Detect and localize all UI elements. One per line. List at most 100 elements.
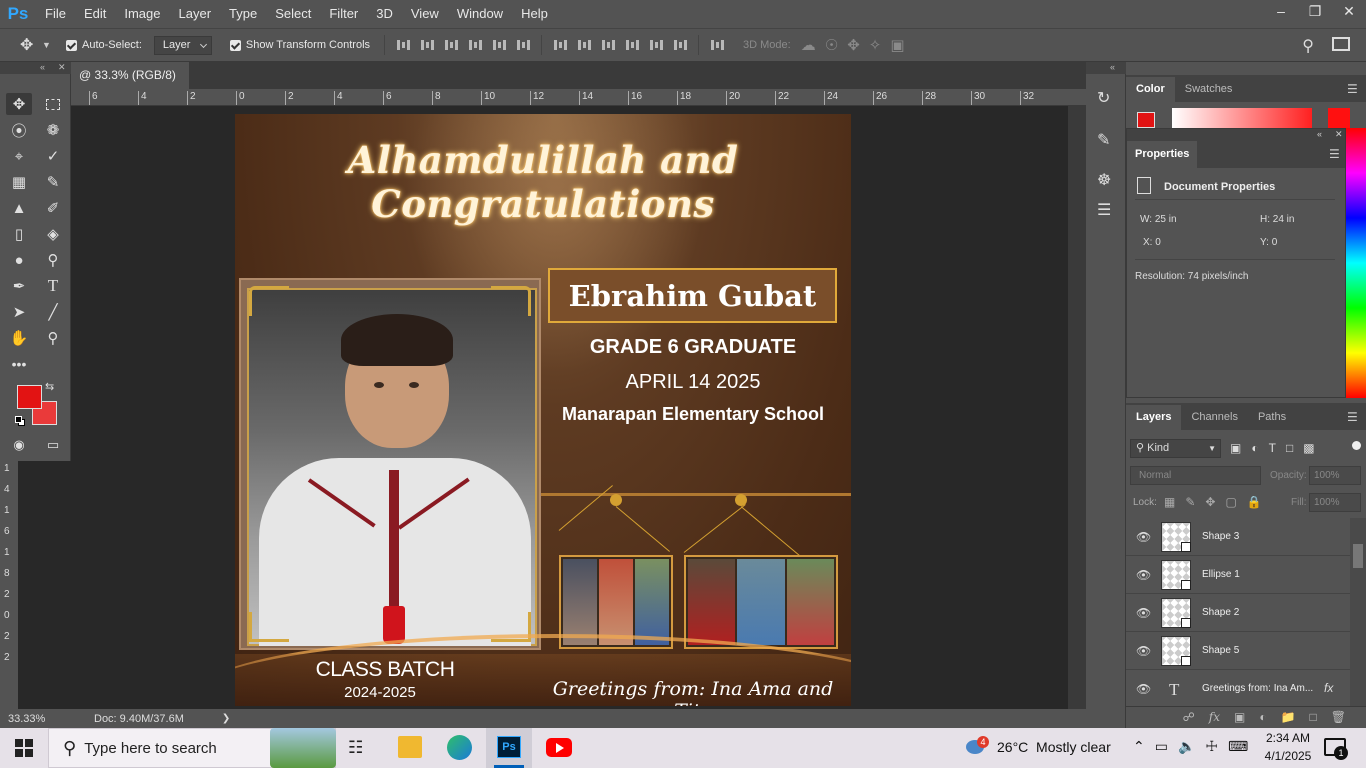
align-hcenter-icon[interactable] <box>492 38 507 52</box>
new-group-icon[interactable]: 📁 <box>1281 710 1296 724</box>
menu-filter[interactable]: Filter <box>320 0 367 28</box>
blur-tool-icon[interactable]: ● <box>6 249 32 271</box>
new-layer-icon[interactable]: □ <box>1310 710 1317 724</box>
properties-panel-icon[interactable]: ☰ <box>1097 200 1111 220</box>
quick-mask-icon[interactable]: ◉ <box>6 434 32 456</box>
x-value[interactable]: 0 <box>1155 237 1161 248</box>
eraser-tool-icon[interactable]: ▯ <box>6 223 32 245</box>
3d-orbit-icon[interactable]: ☁ <box>801 36 816 54</box>
3d-slide-icon[interactable]: ✧ <box>869 36 882 54</box>
close-icon[interactable]: ✕ <box>58 62 66 73</box>
color-ramp[interactable] <box>1172 108 1312 128</box>
layer-name[interactable]: Shape 2 <box>1202 607 1239 618</box>
menu-type[interactable]: Type <box>220 0 266 28</box>
lock-transparent-icon[interactable]: ▦ <box>1164 495 1175 509</box>
menu-window[interactable]: Window <box>448 0 512 28</box>
eye-icon[interactable]: 👁 <box>1136 644 1151 658</box>
clock-time[interactable]: 2:34 AM <box>1258 731 1318 745</box>
crop-tool-icon[interactable]: ⌖ <box>6 145 32 167</box>
task-view-icon[interactable]: ☷ <box>348 738 363 758</box>
wifi-icon[interactable]: ☩ <box>1205 738 1218 755</box>
close-icon[interactable]: ✕ <box>1335 129 1343 140</box>
align-top-icon[interactable] <box>396 38 411 52</box>
collapse-icon[interactable]: « <box>1110 62 1115 72</box>
layers-scrollbar[interactable] <box>1350 518 1366 706</box>
battery-icon[interactable]: ▭ <box>1155 738 1168 755</box>
type-tool-icon[interactable]: T <box>40 275 66 297</box>
paint-bucket-tool-icon[interactable]: ◈ <box>40 223 66 245</box>
more-tools-icon[interactable]: ••• <box>6 353 32 375</box>
link-layers-icon[interactable]: ☍ <box>1183 710 1195 724</box>
default-colors-icon[interactable] <box>15 416 25 426</box>
restore-button[interactable]: ❐ <box>1298 0 1332 22</box>
volume-icon[interactable]: 🔈 <box>1178 738 1195 755</box>
chevron-down-icon[interactable]: ▼ <box>42 40 60 50</box>
adjust-panel-icon[interactable]: ✎ <box>1097 130 1110 150</box>
align-right-icon[interactable] <box>516 38 531 52</box>
distribute-vcenter-icon[interactable] <box>577 38 592 52</box>
color-spectrum[interactable] <box>1346 128 1366 398</box>
y-value[interactable]: 0 <box>1272 237 1278 248</box>
delete-layer-icon[interactable]: 🗑 <box>1331 710 1346 724</box>
file-explorer-icon[interactable] <box>398 736 422 758</box>
panel-menu-icon[interactable]: ☰ <box>1347 410 1358 424</box>
dodge-tool-icon[interactable]: ⚲ <box>40 249 66 271</box>
fill-field[interactable]: 100% <box>1309 493 1361 512</box>
eye-icon[interactable]: 👁 <box>1136 530 1151 544</box>
layer-row[interactable]: 👁 Shape 2 <box>1126 594 1350 632</box>
filter-smart-object-icon[interactable]: ▩ <box>1303 441 1314 455</box>
opacity-field[interactable]: 100% <box>1309 466 1361 485</box>
screen-mode-icon[interactable]: ▭ <box>40 434 66 456</box>
align-bottom-icon[interactable] <box>444 38 459 52</box>
brush-presets-icon[interactable]: ☸ <box>1097 170 1111 190</box>
eye-icon[interactable]: 👁 <box>1136 682 1151 696</box>
menu-edit[interactable]: Edit <box>75 0 115 28</box>
fx-icon[interactable]: fx <box>1324 681 1333 695</box>
distribute-right-icon[interactable] <box>673 38 688 52</box>
eye-icon[interactable]: 👁 <box>1136 606 1151 620</box>
language-icon[interactable]: ⌨ <box>1228 738 1248 755</box>
panel-menu-icon[interactable]: ☰ <box>1347 82 1358 96</box>
document-tab[interactable]: @ 33.3% (RGB/8) *✕ <box>71 62 189 109</box>
menu-layer[interactable]: Layer <box>170 0 221 28</box>
menu-3d[interactable]: 3D <box>367 0 402 28</box>
distribute-bottom-icon[interactable] <box>601 38 616 52</box>
h-value[interactable]: 24 in <box>1273 214 1295 225</box>
swap-colors-icon[interactable]: ⇆ <box>45 380 54 393</box>
path-selection-tool-icon[interactable]: ➤ <box>6 301 32 323</box>
align-left-icon[interactable] <box>468 38 483 52</box>
w-value[interactable]: 25 in <box>1155 214 1177 225</box>
history-brush-tool-icon[interactable]: ✐ <box>40 197 66 219</box>
tab-channels[interactable]: Channels <box>1181 405 1247 430</box>
blend-mode-dropdown[interactable]: Normal <box>1130 466 1261 485</box>
align-vcenter-icon[interactable] <box>420 38 435 52</box>
collapse-icon[interactable]: « <box>1317 129 1322 139</box>
menu-image[interactable]: Image <box>115 0 169 28</box>
show-transform-checkbox[interactable]: Show Transform Controls <box>229 39 370 51</box>
weather-icon[interactable]: 4 <box>966 736 989 758</box>
adjustment-layer-icon[interactable]: ◐ <box>1259 710 1266 724</box>
hand-tool-icon[interactable]: ✋ <box>6 327 32 349</box>
distribute-top-icon[interactable] <box>553 38 568 52</box>
layer-row[interactable]: 👁 Ellipse 1 <box>1126 556 1350 594</box>
vertical-scrollbar[interactable] <box>1068 106 1086 709</box>
zoom-level[interactable]: 33.33% <box>0 713 60 725</box>
lock-pixels-icon[interactable]: ✎ <box>1185 495 1195 509</box>
3d-scale-icon[interactable]: ▣ <box>890 36 904 54</box>
3d-roll-icon[interactable]: ☉ <box>825 36 838 54</box>
filter-toggle[interactable] <box>1352 441 1361 450</box>
auto-select-checkbox[interactable]: Auto-Select: <box>66 39 142 51</box>
layer-name[interactable]: Greetings from: Ina Am... <box>1202 683 1313 694</box>
menu-file[interactable]: File <box>36 0 75 28</box>
youtube-icon[interactable] <box>546 738 572 757</box>
tab-paths[interactable]: Paths <box>1248 405 1296 430</box>
move-tool-icon[interactable]: ✥ <box>6 93 32 115</box>
filter-shape-icon[interactable]: □ <box>1286 441 1293 455</box>
move-tool-preset-icon[interactable]: ✥ <box>20 35 42 55</box>
layer-name[interactable]: Shape 3 <box>1202 531 1239 542</box>
auto-align-icon[interactable] <box>710 38 725 52</box>
notification-icon[interactable]: 1 <box>1324 738 1348 760</box>
line-tool-icon[interactable]: ╱ <box>40 301 66 323</box>
status-menu-arrow-icon[interactable]: ❯ <box>222 713 230 724</box>
weather-text[interactable]: 26°C Mostly clear <box>997 739 1111 755</box>
